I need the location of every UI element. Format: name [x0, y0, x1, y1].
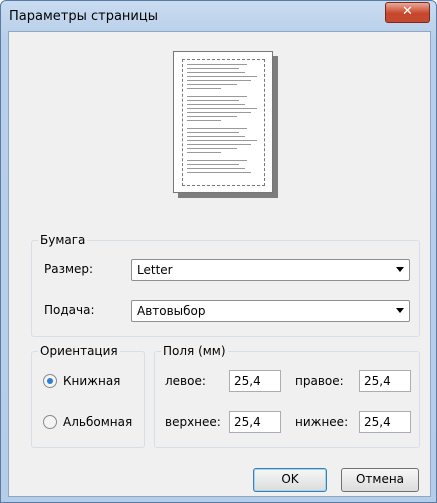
paper-size-label: Размер:: [44, 262, 94, 276]
margin-top-value: 25,4: [234, 415, 261, 429]
margin-bottom-field[interactable]: 25,4: [359, 411, 411, 433]
preview-margins: [182, 59, 265, 186]
paper-group-title: Бумага: [38, 233, 88, 247]
margin-left-label: левое:: [165, 374, 206, 388]
portrait-radio[interactable]: [43, 374, 57, 388]
margin-left-value: 25,4: [234, 374, 261, 388]
margin-right-value: 25,4: [364, 374, 391, 388]
chevron-down-icon: [396, 308, 404, 313]
paper-size-select[interactable]: Letter: [131, 259, 410, 281]
title-bar: Параметры страницы ✕: [1, 1, 436, 31]
ok-button[interactable]: OK: [253, 468, 327, 492]
margin-top-label: верхнее:: [165, 415, 221, 429]
margin-right-field[interactable]: 25,4: [359, 370, 411, 392]
page-setup-dialog: Параметры страницы ✕ Бумага Размер: Lett…: [0, 0, 437, 503]
paper-source-label: Подача:: [44, 303, 95, 317]
orientation-group-title: Ориентация: [38, 344, 120, 358]
close-button[interactable]: ✕: [385, 2, 430, 23]
paper-size-value: Letter: [137, 263, 173, 277]
margins-group-title: Поля (мм): [161, 344, 228, 358]
margins-group: Поля (мм) левое: 25,4 правое: 25,4 верхн…: [154, 344, 420, 448]
portrait-label[interactable]: Книжная: [63, 374, 120, 388]
landscape-label[interactable]: Альбомная: [63, 415, 132, 429]
dialog-title: Параметры страницы: [9, 9, 158, 24]
margin-left-field[interactable]: 25,4: [229, 370, 281, 392]
cancel-button[interactable]: Отмена: [341, 468, 419, 492]
margin-right-label: правое:: [295, 374, 344, 388]
paper-source-select[interactable]: Автовыбор: [131, 300, 410, 322]
margin-top-field[interactable]: 25,4: [229, 411, 281, 433]
close-icon: ✕: [402, 4, 413, 19]
orientation-group: Ориентация Книжная Альбомная: [31, 344, 145, 448]
margin-bottom-value: 25,4: [364, 415, 391, 429]
margin-bottom-label: нижнее:: [295, 415, 349, 429]
paper-source-value: Автовыбор: [137, 304, 206, 318]
paper-group: Бумага Размер: Letter Подача: Автовыбор: [31, 233, 420, 337]
radio-selected-dot: [47, 378, 53, 384]
page-preview: [173, 51, 273, 193]
chevron-down-icon: [396, 267, 404, 272]
landscape-radio[interactable]: [43, 415, 57, 429]
dialog-body: Бумага Размер: Letter Подача: Автовыбор …: [8, 31, 431, 497]
